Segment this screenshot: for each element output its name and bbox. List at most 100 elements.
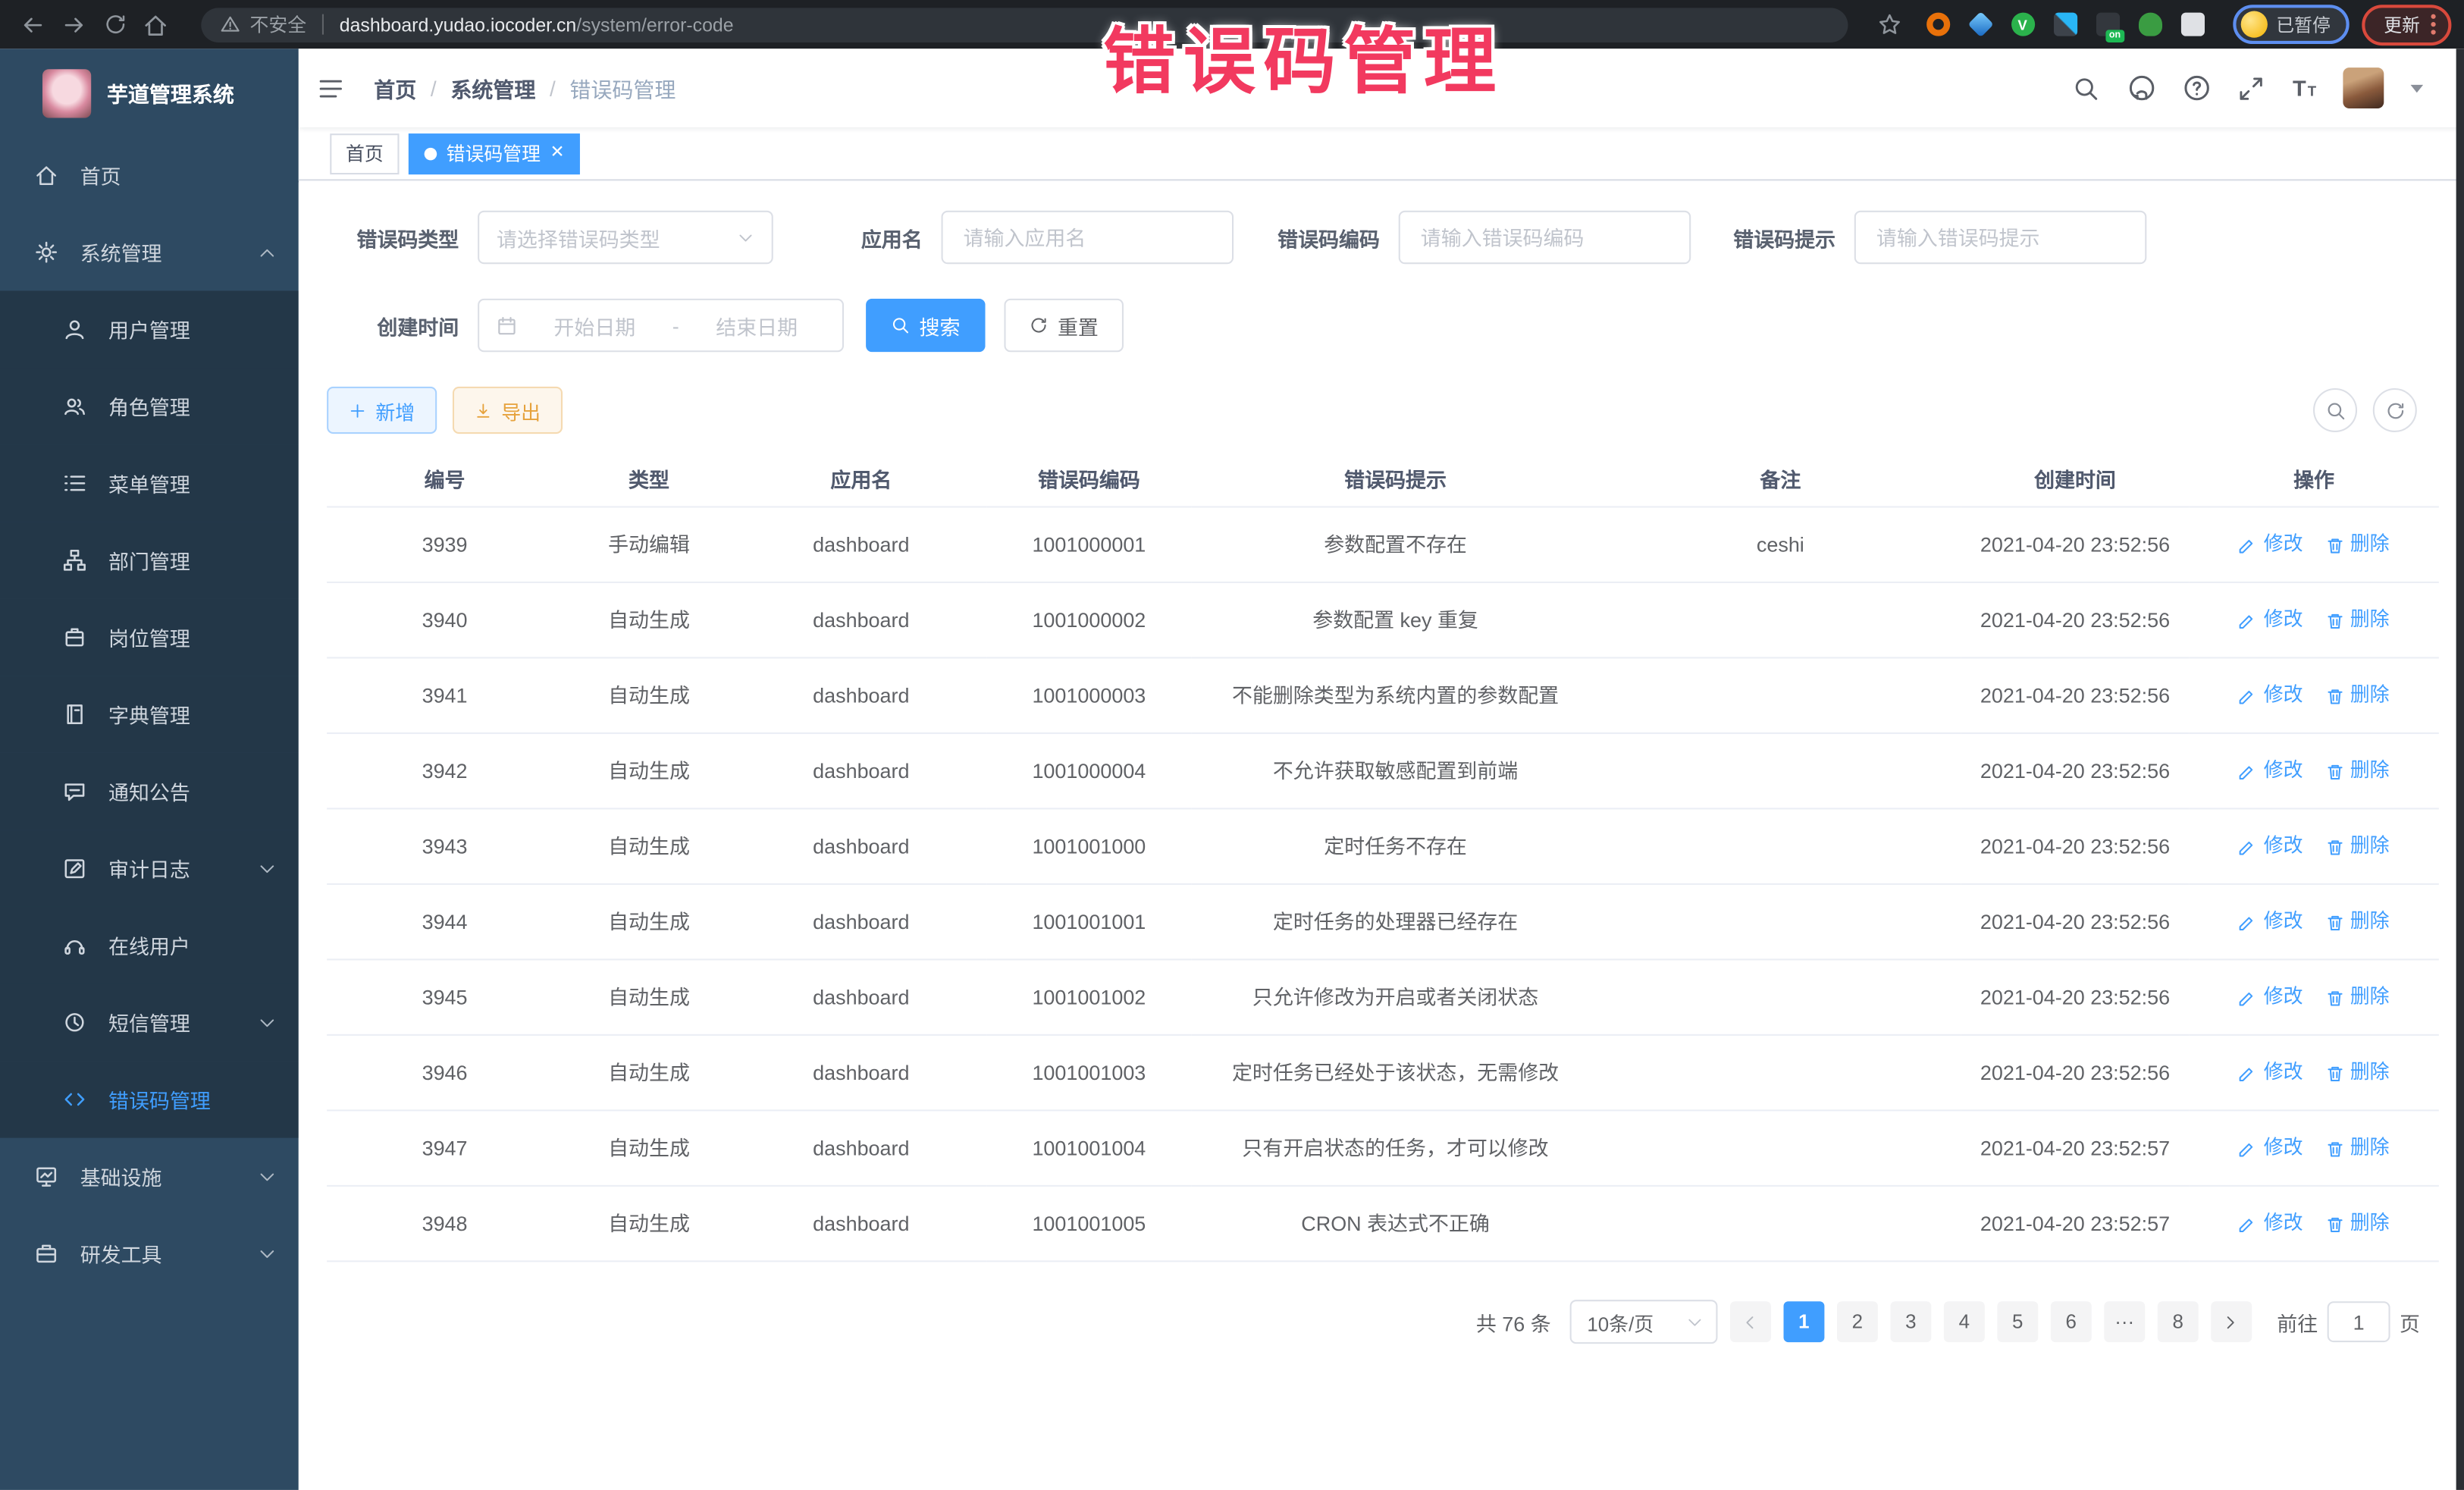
app-input[interactable] bbox=[960, 224, 1215, 250]
extension-2-icon[interactable] bbox=[1967, 11, 1992, 37]
code-icon bbox=[63, 1087, 86, 1111]
page-button-2[interactable]: 2 bbox=[1837, 1301, 1878, 1342]
extension-4-icon[interactable] bbox=[2053, 13, 2077, 36]
date-range-picker[interactable]: 开始日期 - 结束日期 bbox=[478, 299, 844, 352]
more-pages-button[interactable]: ··· bbox=[2104, 1301, 2145, 1342]
app-title: 芋道管理系统 bbox=[107, 77, 234, 108]
sidebar-item-gear[interactable]: 系统管理 bbox=[0, 214, 299, 291]
reset-button[interactable]: 重置 bbox=[1004, 299, 1124, 352]
sidebar-item-code[interactable]: 错误码管理 bbox=[0, 1061, 299, 1138]
sidebar-item-user[interactable]: 用户管理 bbox=[0, 290, 299, 368]
bookmark-star-icon[interactable] bbox=[1869, 4, 1910, 45]
tab-close-icon[interactable]: ✕ bbox=[550, 145, 565, 162]
delete-link[interactable]: 删除 bbox=[2325, 1210, 2390, 1237]
row-create-time: 2021-04-20 23:52:56 bbox=[1980, 835, 2170, 858]
delete-link[interactable]: 删除 bbox=[2325, 833, 2390, 860]
code-input[interactable] bbox=[1418, 224, 1672, 250]
edit-link[interactable]: 修改 bbox=[2239, 1210, 2303, 1237]
sidebar-item-dict[interactable]: 字典管理 bbox=[0, 676, 299, 753]
delete-link[interactable]: 删除 bbox=[2325, 682, 2390, 709]
help-icon[interactable] bbox=[2183, 74, 2211, 102]
browser-forward-icon[interactable] bbox=[53, 4, 94, 45]
page-button-6[interactable]: 6 bbox=[2051, 1301, 2092, 1342]
delete-link[interactable]: 删除 bbox=[2325, 984, 2390, 1011]
font-size-icon[interactable]: TT bbox=[2293, 77, 2316, 99]
sidebar-item-sms[interactable]: 短信管理 bbox=[0, 984, 299, 1062]
browser-home-icon[interactable] bbox=[135, 4, 176, 45]
delete-link[interactable]: 删除 bbox=[2325, 532, 2390, 558]
browser-reload-icon[interactable] bbox=[94, 4, 135, 45]
breadcrumb-home[interactable]: 首页 bbox=[374, 72, 416, 103]
sidebar-item-role[interactable]: 角色管理 bbox=[0, 368, 299, 445]
export-button[interactable]: 导出 bbox=[453, 387, 563, 434]
edit-link[interactable]: 修改 bbox=[2239, 607, 2303, 633]
refresh-table-icon[interactable] bbox=[2373, 388, 2417, 432]
next-page-button[interactable] bbox=[2211, 1301, 2252, 1342]
tab-home[interactable]: 首页 bbox=[330, 133, 399, 174]
tab-error-code[interactable]: 错误码管理 ✕ bbox=[409, 133, 580, 174]
browser-back-icon[interactable] bbox=[13, 4, 54, 45]
sidebar-item-audit[interactable]: 审计日志 bbox=[0, 830, 299, 907]
sidebar-item-dept[interactable]: 部门管理 bbox=[0, 522, 299, 599]
edit-link[interactable]: 修改 bbox=[2239, 984, 2303, 1011]
delete-link[interactable]: 删除 bbox=[2325, 758, 2390, 784]
delete-link[interactable]: 删除 bbox=[2325, 908, 2390, 935]
sidebar-item-online[interactable]: 在线用户 bbox=[0, 907, 299, 984]
window-scrollbar[interactable] bbox=[2456, 49, 2464, 1490]
edit-link[interactable]: 修改 bbox=[2239, 1134, 2303, 1161]
page-size-select[interactable]: 10条/页 bbox=[1570, 1300, 1718, 1344]
browser-profile-chip[interactable]: 已暂停 bbox=[2232, 5, 2349, 44]
download-icon bbox=[475, 402, 492, 419]
goto-page-input[interactable] bbox=[2329, 1309, 2389, 1335]
sidebar-item-menu[interactable]: 菜单管理 bbox=[0, 445, 299, 522]
edit-link[interactable]: 修改 bbox=[2239, 758, 2303, 784]
online-icon bbox=[63, 933, 86, 957]
extensions-puzzle-icon[interactable] bbox=[2180, 13, 2204, 36]
row-create-time: 2021-04-20 23:52:57 bbox=[1980, 1137, 2170, 1160]
delete-link[interactable]: 删除 bbox=[2325, 607, 2390, 633]
toggle-search-icon[interactable] bbox=[2313, 388, 2357, 432]
user-avatar[interactable] bbox=[2343, 67, 2384, 108]
page-button-3[interactable]: 3 bbox=[1890, 1301, 1931, 1342]
sidebar-item-tools[interactable]: 研发工具 bbox=[0, 1215, 299, 1292]
plus-icon bbox=[349, 402, 366, 419]
page-button-8[interactable]: 8 bbox=[2158, 1301, 2199, 1342]
profile-avatar bbox=[2240, 11, 2267, 38]
home-icon bbox=[35, 164, 58, 187]
add-button[interactable]: 新增 bbox=[327, 387, 437, 434]
extension-3-icon[interactable]: V bbox=[2011, 13, 2034, 36]
breadcrumb-system[interactable]: 系统管理 bbox=[450, 72, 535, 103]
browser-update-button[interactable]: 更新 bbox=[2362, 4, 2451, 45]
extension-5-icon[interactable]: on bbox=[2096, 13, 2119, 36]
avatar-caret-icon[interactable] bbox=[2411, 84, 2424, 92]
edit-link[interactable]: 修改 bbox=[2239, 908, 2303, 935]
search-icon[interactable] bbox=[2073, 74, 2101, 102]
fullscreen-icon[interactable] bbox=[2237, 74, 2265, 102]
hamburger-icon[interactable] bbox=[299, 49, 362, 127]
browser-menu-icon[interactable] bbox=[2431, 14, 2435, 35]
row-app: dashboard bbox=[813, 835, 909, 858]
extension-6-icon[interactable] bbox=[2138, 13, 2161, 36]
page-button-5[interactable]: 5 bbox=[1997, 1301, 2038, 1342]
prev-page-button[interactable] bbox=[1730, 1301, 1771, 1342]
edit-link[interactable]: 修改 bbox=[2239, 833, 2303, 860]
sidebar-item-home[interactable]: 首页 bbox=[0, 136, 299, 214]
msg-input[interactable] bbox=[1873, 224, 2128, 250]
sidebar-item-notice[interactable]: 通知公告 bbox=[0, 753, 299, 830]
user-icon bbox=[63, 318, 86, 341]
github-icon[interactable] bbox=[2127, 74, 2155, 102]
edit-link[interactable]: 修改 bbox=[2239, 1059, 2303, 1086]
sidebar-logo-row[interactable]: 芋道管理系统 bbox=[0, 49, 299, 136]
type-select[interactable]: 请选择错误码类型 bbox=[478, 211, 773, 264]
edit-link[interactable]: 修改 bbox=[2239, 682, 2303, 709]
sidebar-item-post[interactable]: 岗位管理 bbox=[0, 599, 299, 676]
page-button-4[interactable]: 4 bbox=[1944, 1301, 1985, 1342]
extension-1-icon[interactable] bbox=[1926, 13, 1949, 36]
delete-link[interactable]: 删除 bbox=[2325, 1134, 2390, 1161]
delete-link[interactable]: 删除 bbox=[2325, 1059, 2390, 1086]
page-button-1[interactable]: 1 bbox=[1783, 1301, 1824, 1342]
sidebar-item-infra[interactable]: 基础设施 bbox=[0, 1138, 299, 1216]
search-button[interactable]: 搜索 bbox=[866, 299, 986, 352]
address-bar[interactable]: 不安全 dashboard.yudao.iocoder.cn/system/er… bbox=[201, 7, 1847, 42]
edit-link[interactable]: 修改 bbox=[2239, 532, 2303, 558]
